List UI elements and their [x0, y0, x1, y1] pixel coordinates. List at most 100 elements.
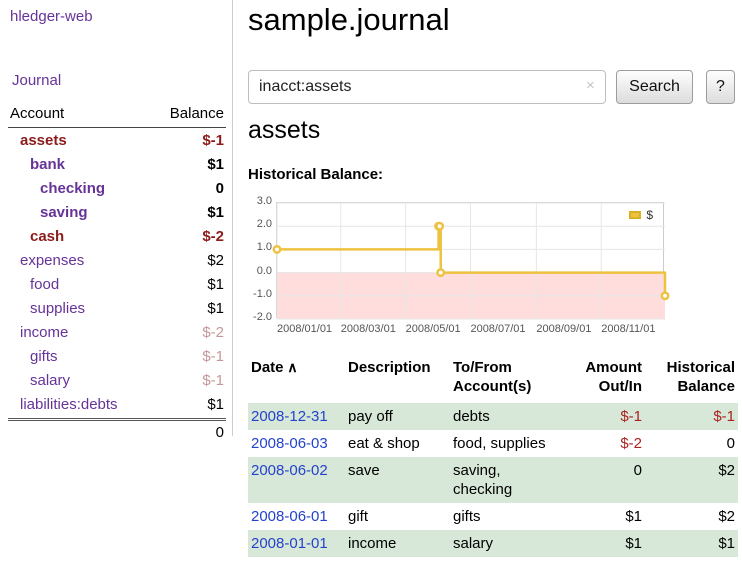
series-swatch-icon	[629, 211, 641, 219]
main-content: sample.journal × Search ? assets Histori…	[248, 0, 740, 582]
help-button[interactable]: ?	[706, 70, 735, 104]
account-link[interactable]: bank	[10, 155, 65, 174]
app-title-link[interactable]: hledger-web	[10, 8, 93, 25]
y-tick-label: 2.0	[248, 218, 272, 230]
account-row: saving $1	[8, 200, 226, 224]
search-form: × Search ?	[248, 70, 740, 104]
account-row: liabilities:debts $1	[8, 392, 226, 416]
description-cell: pay off	[345, 407, 450, 426]
date-link[interactable]: 2008-06-02	[251, 462, 328, 479]
account-balance: 0	[216, 179, 224, 198]
account-balance: $-2	[202, 323, 224, 342]
column-header[interactable]: Description	[345, 358, 450, 396]
balance-cell: $2	[645, 461, 738, 499]
x-tick-label: 2008/01/01	[277, 323, 332, 335]
y-tick-label: 1.0	[248, 241, 272, 253]
account-link[interactable]: supplies	[10, 299, 85, 318]
column-header[interactable]: To/From Account(s)	[450, 358, 560, 396]
account-balance: $-1	[202, 371, 224, 390]
account-link[interactable]: food	[10, 275, 59, 294]
balance-cell: $-1	[645, 407, 738, 426]
amount-cell: $1	[560, 507, 645, 526]
date-cell: 2008-06-02	[248, 461, 345, 499]
balance-cell: $1	[645, 534, 738, 553]
sort-asc-icon: ∧	[284, 359, 298, 375]
register-table: Date ∧DescriptionTo/From Account(s)Amoun…	[248, 358, 738, 557]
date-link[interactable]: 2008-12-31	[251, 408, 328, 425]
series-label: $	[646, 208, 653, 222]
description-cell: gift	[345, 507, 450, 526]
account-row: checking 0	[8, 176, 226, 200]
account-row: cash $-2	[8, 224, 226, 248]
account-link[interactable]: saving	[10, 203, 88, 222]
chart-point	[436, 223, 442, 229]
accounts-table-header: Account Balance	[8, 102, 226, 128]
account-row: supplies $1	[8, 296, 226, 320]
chart-heading: Historical Balance:	[248, 166, 383, 183]
account-link[interactable]: cash	[10, 227, 64, 246]
y-tick-label: -1.0	[248, 288, 272, 300]
column-header[interactable]: Amount Out/In	[560, 358, 645, 396]
accounts-table: Account Balance assets $-1 bank $1 check…	[8, 102, 226, 444]
account-link[interactable]: assets	[10, 131, 67, 150]
accounts-cell: saving, checking	[450, 461, 560, 499]
page-title: sample.journal	[248, 2, 450, 38]
description-cell: income	[345, 534, 450, 553]
chart-point	[274, 246, 280, 252]
search-input[interactable]	[248, 70, 606, 104]
column-header[interactable]: Historical Balance	[645, 358, 738, 396]
register-rows: 2008-12-31 pay off debts $-1 $-1 2008-06…	[248, 403, 738, 557]
date-link[interactable]: 2008-01-01	[251, 535, 328, 552]
account-balance: $-2	[202, 227, 224, 246]
accounts-cell: debts	[450, 407, 560, 426]
amount-cell: $-2	[560, 434, 645, 453]
account-heading: assets	[248, 116, 320, 145]
clear-search-icon[interactable]: ×	[586, 78, 595, 94]
account-row: bank $1	[8, 152, 226, 176]
account-row: salary $-1	[8, 368, 226, 392]
account-balance: $1	[207, 395, 224, 414]
chart-plot-area: $	[276, 202, 664, 318]
account-balance: $-1	[202, 347, 224, 366]
column-header[interactable]: Date ∧	[248, 358, 345, 396]
x-tick-label: 2008/11/01	[601, 323, 655, 335]
date-cell: 2008-12-31	[248, 407, 345, 426]
account-link[interactable]: salary	[10, 371, 70, 390]
chart-legend: $	[624, 207, 658, 223]
balance-cell: $2	[645, 507, 738, 526]
y-tick-label: -2.0	[248, 311, 272, 323]
account-link[interactable]: checking	[10, 179, 105, 198]
accounts-cell: food, supplies	[450, 434, 560, 453]
account-balance: $1	[207, 155, 224, 174]
description-cell: eat & shop	[345, 434, 450, 453]
amount-cell: $1	[560, 534, 645, 553]
account-link[interactable]: gifts	[10, 347, 58, 366]
register-header: Date ∧DescriptionTo/From Account(s)Amoun…	[248, 358, 738, 403]
x-tick-label: 2008/05/01	[406, 323, 461, 335]
x-tick-label: 2008/09/01	[536, 323, 591, 335]
account-balance: $1	[207, 275, 224, 294]
account-link[interactable]: expenses	[10, 251, 84, 270]
y-tick-label: 0.0	[248, 265, 272, 277]
x-tick-label: 2008/07/01	[470, 323, 525, 335]
account-link[interactable]: liabilities:debts	[10, 395, 118, 414]
account-link[interactable]: income	[10, 323, 68, 342]
table-row: 2008-06-03 eat & shop food, supplies $-2…	[248, 430, 738, 457]
search-button[interactable]: Search	[616, 70, 693, 104]
account-column-header: Account	[10, 105, 64, 122]
account-row: gifts $-1	[8, 344, 226, 368]
account-row: food $1	[8, 272, 226, 296]
accounts-cell: salary	[450, 534, 560, 553]
sidebar-item-journal[interactable]: Journal	[12, 72, 61, 89]
date-cell: 2008-01-01	[248, 534, 345, 553]
table-row: 2008-06-01 gift gifts $1 $2	[248, 503, 738, 530]
account-balance: $2	[207, 251, 224, 270]
accounts-total-row: 0	[8, 418, 226, 444]
table-row: 2008-06-02 save saving, checking 0 $2	[248, 457, 738, 503]
date-link[interactable]: 2008-06-01	[251, 508, 328, 525]
description-cell: save	[345, 461, 450, 499]
y-tick-label: 3.0	[248, 195, 272, 207]
date-link[interactable]: 2008-06-03	[251, 435, 328, 452]
account-balance: $1	[207, 203, 224, 222]
balance-cell: 0	[645, 434, 738, 453]
